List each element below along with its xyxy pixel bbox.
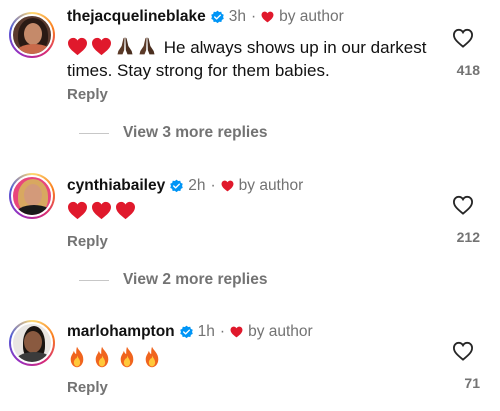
praying-hands-emoji: [115, 36, 135, 56]
author-heart-icon: [221, 180, 234, 192]
separator-dot: ·: [250, 8, 257, 25]
like-heart-icon[interactable]: [452, 341, 474, 361]
like-count: 418: [456, 62, 480, 78]
reply-button[interactable]: Reply: [67, 86, 108, 103]
by-author-label: by author: [248, 323, 313, 340]
red-heart-emoji: [67, 201, 88, 220]
fire-emoji: [117, 346, 137, 368]
separator-dot: ·: [210, 177, 216, 194]
fire-emoji: [67, 346, 87, 368]
comment-text: He always shows up in our darkest times.…: [67, 36, 437, 82]
like-heart-icon[interactable]: [452, 28, 474, 48]
view-more-replies-label[interactable]: View 3 more replies: [123, 124, 267, 142]
avatar[interactable]: [9, 320, 55, 366]
fire-emoji: [92, 346, 112, 368]
by-author-label: by author: [238, 177, 304, 194]
view-more-replies[interactable]: View 3 more replies: [67, 124, 267, 142]
red-heart-emoji: [67, 37, 88, 56]
red-heart-emoji: [91, 201, 112, 220]
verified-badge-icon: [169, 179, 184, 194]
reply-button[interactable]: Reply: [67, 379, 108, 396]
fire-emoji: [142, 346, 162, 368]
comment-header: thejacquelineblake 3h · by author: [67, 8, 344, 26]
replies-divider: [79, 279, 109, 281]
verified-badge-icon: [210, 10, 225, 25]
username[interactable]: thejacquelineblake: [67, 8, 206, 26]
separator-dot: ·: [219, 323, 226, 340]
timestamp: 2h: [188, 177, 206, 194]
timestamp: 1h: [197, 323, 215, 340]
like-count: 71: [464, 375, 480, 391]
view-more-replies[interactable]: View 2 more replies: [67, 271, 267, 289]
red-heart-emoji: [91, 37, 112, 56]
view-more-replies-label[interactable]: View 2 more replies: [123, 271, 267, 289]
username[interactable]: marlohampton: [67, 323, 175, 341]
comment-header: cynthiabailey 2h · by author: [67, 177, 303, 195]
comment-header: marlohampton 1h · by author: [67, 323, 313, 341]
reply-button[interactable]: Reply: [67, 233, 108, 250]
verified-badge-icon: [179, 325, 194, 340]
avatar[interactable]: [9, 173, 55, 219]
comment-text: [67, 200, 437, 223]
author-heart-icon: [261, 11, 274, 23]
username[interactable]: cynthiabailey: [67, 177, 165, 195]
timestamp: 3h: [228, 8, 246, 25]
like-count: 212: [456, 229, 480, 245]
replies-divider: [79, 132, 109, 134]
avatar[interactable]: [9, 12, 55, 58]
red-heart-emoji: [115, 201, 136, 220]
praying-hands-emoji: [137, 36, 157, 56]
by-author-label: by author: [279, 8, 344, 25]
like-heart-icon[interactable]: [452, 195, 474, 215]
author-heart-icon: [230, 326, 243, 338]
comment-text: [67, 346, 437, 370]
